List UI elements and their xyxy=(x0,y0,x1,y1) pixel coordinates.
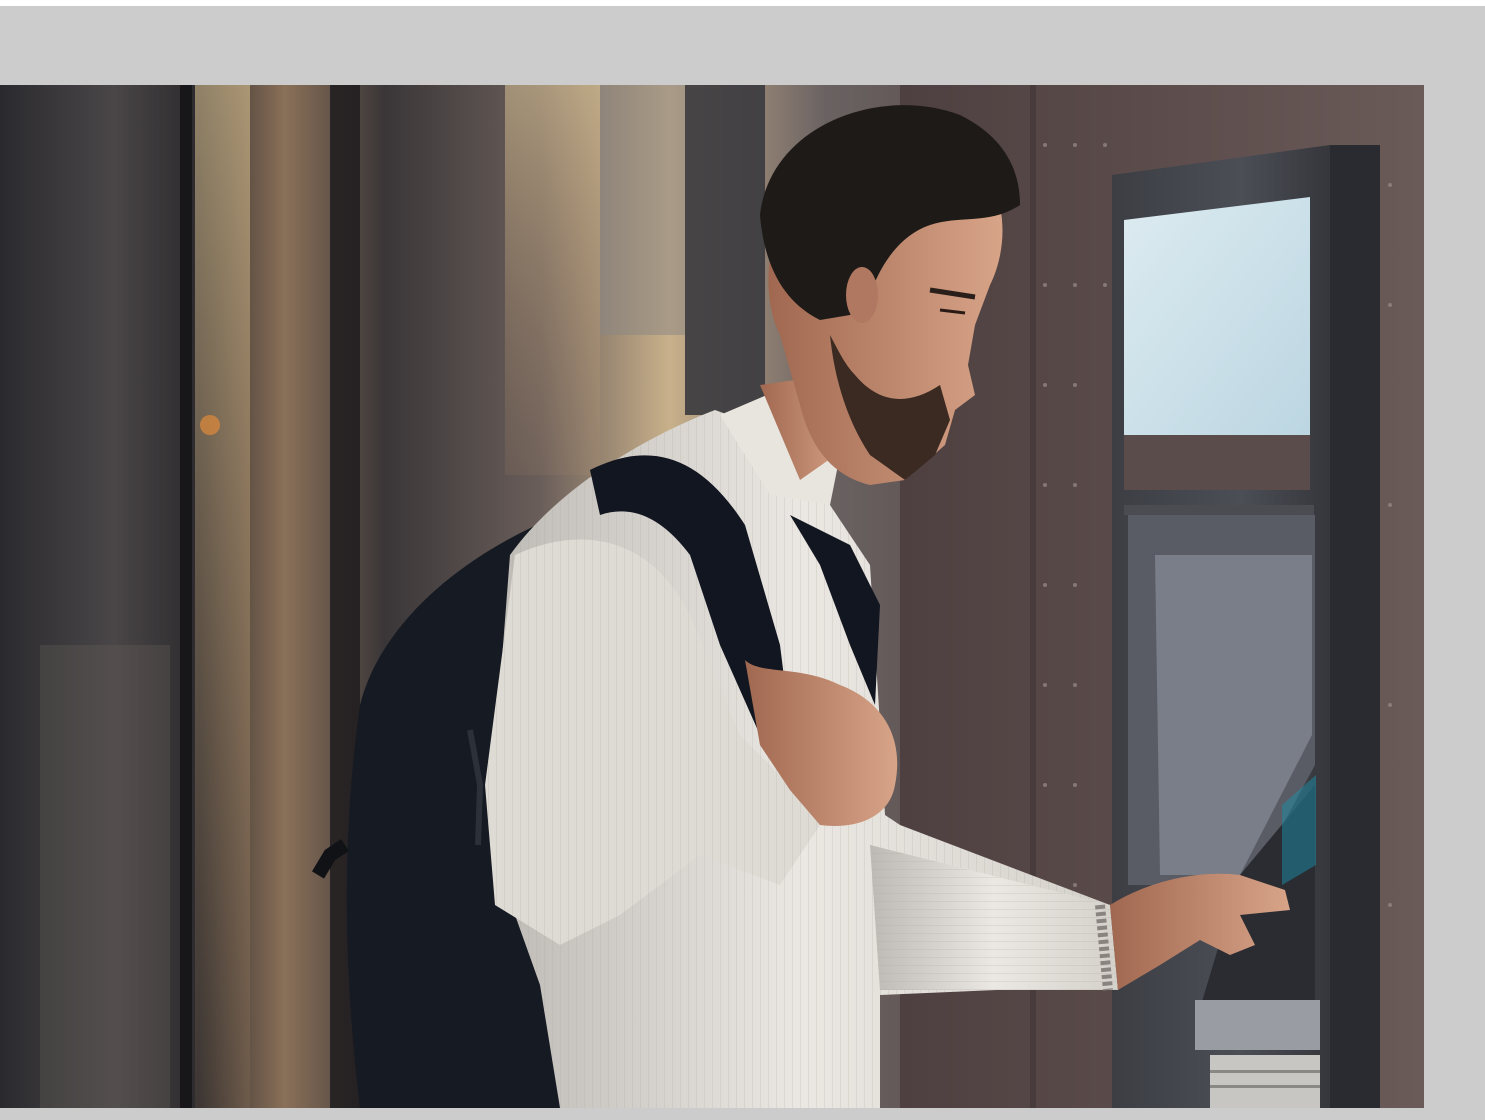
atm-photo xyxy=(0,85,1424,1108)
atm-photo-illustration xyxy=(0,85,1424,1108)
bottom-border-band xyxy=(0,1108,1485,1120)
right-border-band xyxy=(1424,85,1485,1108)
top-border-band xyxy=(0,6,1485,85)
page xyxy=(0,0,1485,1120)
